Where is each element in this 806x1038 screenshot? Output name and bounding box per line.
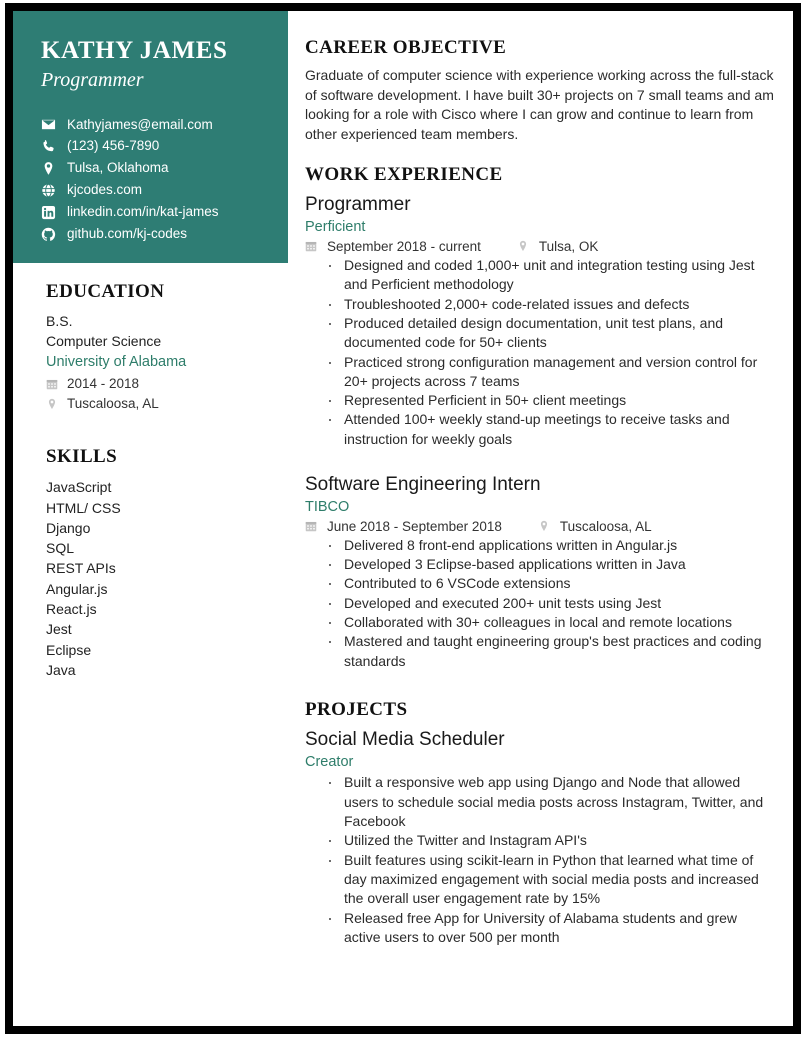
resume-document: KATHY JAMES Programmer Kathyjames@email.… [13, 11, 793, 1026]
work-entry-location-group: Tuscaloosa, AL [538, 519, 652, 534]
work-entry: Software Engineering Intern TIBCO June 2… [305, 473, 775, 671]
github-icon [41, 227, 61, 242]
skill-item: Angular.js [46, 580, 108, 597]
envelope-icon [41, 117, 61, 132]
skills-heading: SKILLS [46, 446, 118, 468]
skill-item: SQL [46, 540, 75, 557]
bullet-item: Released free App for University of Alab… [327, 907, 775, 948]
location-pin-icon [538, 520, 554, 532]
contact-phone[interactable]: (123) 456-7890 [41, 138, 266, 155]
candidate-job-title: Programmer [41, 68, 144, 91]
project-entry-title: Social Media Scheduler [305, 728, 505, 750]
work-entry: Programmer Perficient September 2018 - c… [305, 193, 775, 449]
phone-icon [41, 139, 61, 154]
main-content: CAREER OBJECTIVE Graduate of computer sc… [305, 11, 793, 949]
contact-linkedin[interactable]: linkedin.com/in/kat-james [41, 204, 266, 221]
skill-item: Django [46, 519, 91, 536]
work-entry-dates: June 2018 - September 2018 [327, 518, 502, 534]
education-dates-row: 2014 - 2018 [46, 374, 268, 394]
contact-website-text: kjcodes.com [67, 182, 143, 198]
contact-email-text: Kathyjames@email.com [67, 116, 213, 132]
bullet-item: Developed 3 Eclipse-based applications w… [327, 553, 775, 576]
contact-github-text: github.com/kj-codes [67, 225, 188, 241]
calendar-icon [46, 378, 62, 390]
linkedin-icon [41, 205, 61, 220]
work-entry-dates: September 2018 - current [327, 238, 481, 254]
globe-icon [41, 183, 61, 198]
contact-website[interactable]: kjcodes.com [41, 182, 266, 199]
location-pin-icon [46, 398, 62, 410]
work-entry-date-group: June 2018 - September 2018 [305, 519, 502, 534]
bullet-item: Utilized the Twitter and Instagram API's [327, 829, 775, 852]
work-entry-location: Tuscaloosa, AL [559, 518, 652, 534]
skill-item: React.js [46, 601, 97, 618]
work-entry-org: Perficient [305, 219, 366, 236]
project-entry: Social Media Scheduler Creator Built a r… [305, 728, 775, 947]
sidebar: KATHY JAMES Programmer Kathyjames@email.… [13, 11, 288, 1026]
skill-item: Eclipse [46, 641, 92, 658]
work-entry-location-group: Tulsa, OK [517, 238, 599, 254]
education-school: University of Alabama [46, 353, 187, 370]
sidebar-body: EDUCATION B.S. Computer Science Universi… [13, 263, 288, 680]
candidate-name: KATHY JAMES [41, 37, 228, 64]
education-heading: EDUCATION [46, 281, 165, 302]
career-objective-heading: CAREER OBJECTIVE [305, 37, 507, 58]
education-dates: 2014 - 2018 [67, 375, 140, 391]
work-entry-location: Tulsa, OK [538, 238, 599, 254]
skill-item: Java [46, 661, 76, 678]
contact-email[interactable]: Kathyjames@email.com [41, 117, 266, 134]
skills-list: JavaScript HTML/ CSS Django SQL REST API… [46, 477, 268, 680]
calendar-icon [305, 520, 321, 532]
work-entry-date-group: September 2018 - current [305, 239, 481, 254]
contact-list: Kathyjames@email.com (123) 456-7890 Tuls… [41, 117, 266, 243]
work-entry-meta: June 2018 - September 2018 Tuscaloosa, A… [305, 519, 775, 534]
skill-item: REST APIs [46, 560, 116, 577]
resume-page-frame: KATHY JAMES Programmer Kathyjames@email.… [5, 3, 801, 1034]
work-entry-title: Programmer [305, 194, 411, 216]
education-location-row: Tuscaloosa, AL [46, 394, 268, 414]
education-location: Tuscaloosa, AL [67, 396, 159, 412]
projects-heading: PROJECTS [305, 698, 408, 720]
contact-location-text: Tulsa, Oklahoma [67, 160, 169, 176]
bullet-item: Built a responsive web app using Django … [327, 771, 775, 831]
contact-linkedin-text: linkedin.com/in/kat-james [67, 204, 219, 219]
contact-location: Tulsa, Oklahoma [41, 160, 266, 177]
bullet-item: Mastered and taught engineering group's … [327, 630, 775, 671]
project-entry-bullets: Built a responsive web app using Django … [305, 771, 775, 948]
career-objective-text: Graduate of computer science with experi… [305, 67, 774, 142]
work-entry-bullets: Designed and coded 1,000+ unit and integ… [305, 254, 775, 449]
project-entry-role: Creator [305, 753, 354, 770]
skill-item: HTML/ CSS [46, 499, 121, 516]
bullet-item: Built features using scikit-learn in Pyt… [327, 849, 775, 909]
education-degree: B.S. [46, 313, 73, 329]
work-entry-meta: September 2018 - current Tulsa, OK [305, 239, 775, 254]
education-field: Computer Science [46, 332, 162, 349]
contact-github[interactable]: github.com/kj-codes [41, 226, 266, 243]
bullet-item: Contributed to 6 VSCode extensions [327, 572, 775, 595]
contact-phone-text: (123) 456-7890 [67, 138, 160, 154]
bullet-item: Troubleshooted 2,000+ code-related issue… [327, 293, 775, 316]
bullet-item: Produced detailed design documentation, … [327, 312, 775, 353]
work-experience-heading: WORK EXPERIENCE [305, 164, 503, 186]
bullet-item: Practiced strong configuration managemen… [327, 351, 775, 392]
calendar-icon [305, 240, 321, 252]
work-entry-org: TIBCO [305, 498, 350, 515]
location-pin-icon [41, 161, 61, 176]
bullet-item: Collaborated with 30+ colleagues in loca… [327, 611, 775, 634]
work-entry-title: Software Engineering Intern [305, 474, 541, 496]
skill-item: Jest [46, 621, 72, 638]
bullet-item: Attended 100+ weekly stand-up meetings t… [327, 408, 775, 449]
work-entry-bullets: Delivered 8 front-end applications writt… [305, 534, 775, 671]
skill-item: JavaScript [46, 479, 112, 496]
sidebar-header: KATHY JAMES Programmer Kathyjames@email.… [13, 11, 288, 263]
bullet-item: Developed and executed 200+ unit tests u… [327, 592, 775, 615]
location-pin-icon [517, 240, 533, 252]
bullet-item: Delivered 8 front-end applications writt… [327, 534, 775, 557]
bullet-item: Represented Perficient in 50+ client mee… [327, 389, 775, 412]
bullet-item: Designed and coded 1,000+ unit and integ… [327, 254, 775, 295]
